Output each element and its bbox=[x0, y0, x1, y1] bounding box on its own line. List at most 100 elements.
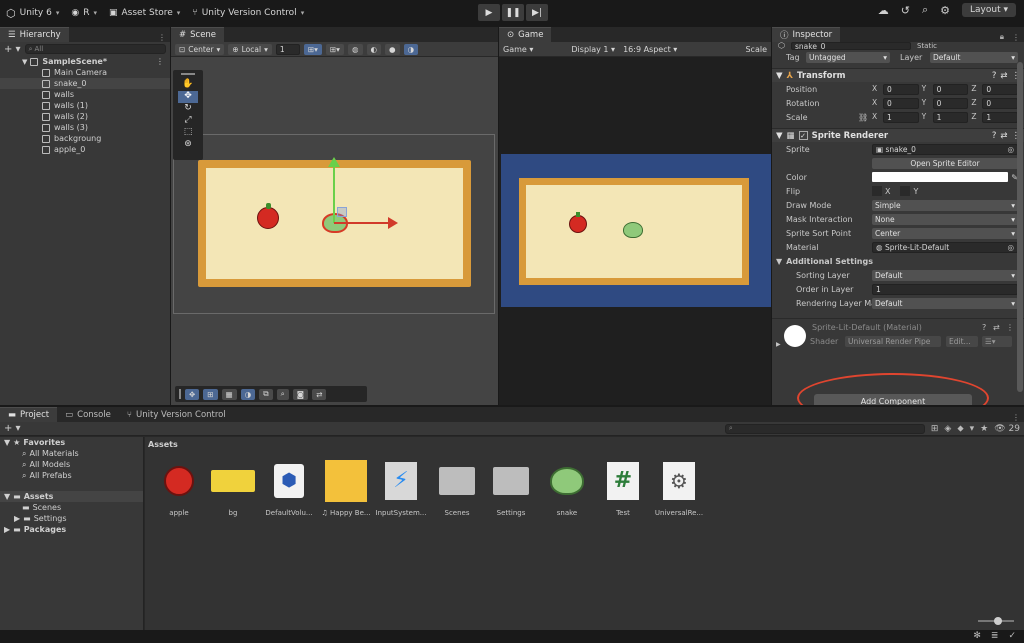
help-icon[interactable]: ? bbox=[992, 131, 997, 141]
rotation-z-field[interactable]: 0 bbox=[982, 97, 1019, 109]
color-swatch[interactable] bbox=[872, 172, 1009, 182]
open-sprite-editor-button[interactable]: Open Sprite Editor bbox=[872, 157, 1018, 169]
scene-view[interactable]: ✋ ✥ ↻ ⤢ ⬚ ⊛ ✥ ⊞ ▦ ◑ ⧉ ⌕ ◙ ⇄ bbox=[171, 57, 498, 405]
overlay-2d-button[interactable]: ◑ bbox=[240, 388, 256, 400]
wire-mode-button[interactable]: ◐ bbox=[366, 43, 382, 55]
asset-item[interactable]: snake bbox=[541, 459, 593, 517]
more-options-icon[interactable]: ⋮ bbox=[156, 57, 164, 66]
hierarchy-item[interactable]: walls (1) bbox=[0, 100, 170, 111]
overlay-shuffle-button[interactable]: ⇄ bbox=[312, 388, 327, 400]
flip-x-checkbox[interactable] bbox=[872, 186, 882, 196]
breadcrumb[interactable]: Assets bbox=[148, 440, 178, 449]
layout-dropdown[interactable]: Layout ▾ bbox=[962, 3, 1016, 17]
folder-item[interactable]: ▬ Scenes bbox=[0, 502, 143, 513]
rotation-y-field[interactable]: 0 bbox=[932, 97, 969, 109]
tag-dropdown[interactable]: Untagged ▾ bbox=[806, 51, 890, 63]
hierarchy-item[interactable]: backgroung bbox=[0, 133, 170, 144]
overlay-light-button[interactable]: ⧉ bbox=[259, 388, 273, 400]
scale-y-field[interactable]: 1 bbox=[932, 111, 969, 123]
edit-shader-button[interactable]: Edit... bbox=[946, 336, 978, 347]
tab-scene[interactable]: # Scene bbox=[171, 27, 225, 42]
assets-folder[interactable]: ▼ ▬ Assets bbox=[0, 491, 143, 502]
gizmo-y-arrow[interactable] bbox=[328, 157, 340, 167]
shader-options-dropdown[interactable]: ☰▾ bbox=[982, 336, 1012, 347]
rotate-tool[interactable]: ↻ bbox=[178, 103, 198, 115]
gizmo-x-axis[interactable] bbox=[334, 222, 390, 224]
more-options-icon[interactable]: ⋮ bbox=[1008, 33, 1024, 42]
gizmo-plane-handle[interactable] bbox=[337, 207, 347, 217]
user-button[interactable]: ◉ R ▾ bbox=[65, 3, 103, 23]
overlay-camera-button[interactable]: ◙ bbox=[292, 388, 309, 400]
layers-icon[interactable]: ≣ bbox=[991, 631, 999, 641]
drag-handle[interactable] bbox=[181, 73, 195, 75]
gizmo-x-arrow[interactable] bbox=[388, 217, 398, 229]
aspect-dropdown[interactable]: 16:9 Aspect ▾ bbox=[623, 45, 677, 54]
sorting-layer-dropdown[interactable]: Default ▾ bbox=[872, 269, 1018, 281]
game-view[interactable] bbox=[499, 57, 771, 405]
slider-handle[interactable] bbox=[994, 617, 1002, 625]
hierarchy-item-selected[interactable]: snake_0 bbox=[0, 78, 170, 89]
more-options-icon[interactable]: ⋮ bbox=[1008, 413, 1024, 422]
transform-tool[interactable]: ⊛ bbox=[178, 139, 198, 151]
sprite-field[interactable]: ▣ snake_0 ◎ bbox=[872, 143, 1018, 155]
object-name-input[interactable]: snake_0 bbox=[790, 42, 911, 50]
more-options-icon[interactable]: ⋮ bbox=[154, 33, 170, 42]
2d-toggle[interactable]: ◑ bbox=[403, 43, 419, 55]
tag-icon[interactable]: ⬥ bbox=[957, 424, 963, 434]
history-icon[interactable]: ↺ bbox=[901, 4, 910, 17]
draw-mode-dropdown[interactable]: Simple ▾ bbox=[872, 199, 1018, 211]
packages-folder[interactable]: ▶ ▬ Packages bbox=[0, 524, 143, 535]
link-icon[interactable]: ⛓ bbox=[858, 113, 872, 122]
tab-inspector[interactable]: ⓘ Inspector bbox=[772, 27, 841, 42]
static-toggle[interactable]: Static bbox=[917, 42, 937, 50]
scene-root-row[interactable]: ▼ SampleScene* ⋮ bbox=[0, 56, 170, 67]
flip-y-checkbox[interactable] bbox=[900, 186, 911, 196]
overlay-move-button[interactable]: ✥ bbox=[185, 388, 200, 400]
search-by-type-icon[interactable]: ⊞ bbox=[931, 424, 939, 434]
hierarchy-item[interactable]: Main Camera bbox=[0, 67, 170, 78]
search-icon[interactable]: ⌕ bbox=[922, 3, 928, 17]
hand-tool[interactable]: ✋ bbox=[178, 79, 198, 91]
shaded-button[interactable]: ● bbox=[385, 43, 400, 55]
additional-settings-foldout[interactable]: ▼ Additional Settings bbox=[772, 254, 1024, 268]
play-button[interactable]: ▶ bbox=[478, 4, 500, 21]
asset-item[interactable]: ⬢ DefaultVolu... bbox=[263, 459, 315, 517]
grid-size-input[interactable]: 1 bbox=[275, 43, 300, 55]
favorites-foldout[interactable]: ▼ ★ Favorites bbox=[0, 437, 143, 448]
favorite-item[interactable]: ⌕ All Materials bbox=[0, 448, 143, 459]
favorite-item[interactable]: ⌕ All Prefabs bbox=[0, 470, 143, 481]
asset-item[interactable]: Scenes bbox=[431, 459, 483, 517]
create-asset-button[interactable]: + ▾ bbox=[4, 423, 21, 434]
help-icon[interactable]: ? bbox=[992, 71, 997, 81]
lock-icon[interactable]: 🔒︎ bbox=[996, 32, 1008, 42]
tab-console[interactable]: ▭ Console bbox=[57, 407, 119, 422]
hierarchy-search-input[interactable]: ⌕ All bbox=[24, 44, 166, 54]
help-icon[interactable]: ? bbox=[982, 323, 986, 332]
folder-item[interactable]: ▶ ▬ Settings bbox=[0, 513, 143, 524]
asset-item[interactable]: Settings bbox=[485, 459, 537, 517]
pivot-dropdown[interactable]: ⊡ Center ▾ bbox=[175, 43, 225, 55]
hierarchy-item[interactable]: walls (3) bbox=[0, 122, 170, 133]
sort-point-dropdown[interactable]: Center ▾ bbox=[872, 227, 1018, 239]
overlay-grid-button[interactable]: ▦ bbox=[221, 388, 237, 400]
asset-item[interactable]: bg bbox=[207, 459, 259, 517]
favorite-item[interactable]: ⌕ All Models bbox=[0, 459, 143, 470]
lock-icon[interactable]: ▾ bbox=[970, 424, 975, 434]
asset-item[interactable]: # Test bbox=[597, 459, 649, 517]
position-x-field[interactable]: 0 bbox=[883, 83, 919, 95]
object-picker-icon[interactable]: ◎ bbox=[1007, 243, 1014, 252]
cloud-icon[interactable]: ☁ bbox=[878, 4, 889, 17]
bug-icon[interactable]: ✻ bbox=[973, 631, 981, 641]
search-by-label-icon[interactable]: ◈ bbox=[944, 424, 951, 434]
check-circle-icon[interactable]: ✓ bbox=[1008, 631, 1016, 641]
material-field[interactable]: ◍ Sprite-Lit-Default ◎ bbox=[872, 241, 1018, 253]
mask-dropdown[interactable]: None ▾ bbox=[872, 213, 1018, 225]
overlay-search-button[interactable]: ⌕ bbox=[276, 388, 289, 400]
rect-tool[interactable]: ⬚ bbox=[178, 127, 198, 139]
inspector-scrollbar[interactable] bbox=[1017, 62, 1023, 392]
rotation-x-field[interactable]: 0 bbox=[883, 97, 919, 109]
preset-icon[interactable]: ⇄ bbox=[993, 323, 1000, 332]
display-dropdown[interactable]: Display 1 ▾ bbox=[571, 45, 615, 54]
hierarchy-item[interactable]: walls bbox=[0, 89, 170, 100]
scale-tool[interactable]: ⤢ bbox=[178, 115, 198, 127]
